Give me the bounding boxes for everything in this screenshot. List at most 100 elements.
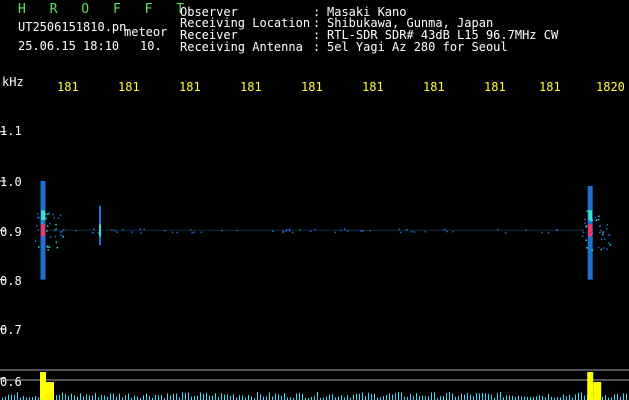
spectrum-bar <box>452 393 453 400</box>
spectrum-bar <box>125 395 126 400</box>
spectrum-bar <box>5 396 6 400</box>
spectrum-bar <box>143 395 144 400</box>
meteor-echo-scatter <box>598 231 601 234</box>
meteor-echo-scatter <box>46 225 49 227</box>
meteor-echo-scatter <box>608 242 610 244</box>
spectrum-bar <box>281 395 282 400</box>
spectrum-bar <box>569 394 570 400</box>
meteor-echo-scatter <box>55 223 57 226</box>
spectrogram-plot <box>0 131 629 400</box>
spectrum-bar <box>329 394 330 400</box>
spectrum-bar <box>212 395 213 400</box>
spectrum-bar <box>251 396 252 400</box>
weak-echo-dot <box>288 228 291 231</box>
spectrum-bar <box>458 395 459 400</box>
spectrum-bar <box>497 393 498 400</box>
weak-echo-dot <box>75 229 77 232</box>
meteor-echo-scatter <box>602 247 605 249</box>
meteor-echo-scatter <box>55 228 57 231</box>
spectrum-bar <box>602 396 603 400</box>
spectrum-bar <box>542 395 543 400</box>
spectrum-bar <box>155 395 156 400</box>
meteor-echo-scatter <box>581 229 584 232</box>
spectrum-bar <box>161 394 162 400</box>
spectrum-bar <box>230 395 231 400</box>
spectrum-bar <box>566 396 567 400</box>
weak-echo-dot <box>286 229 288 231</box>
meteor-echo-scatter <box>605 227 608 230</box>
spectrum-bar <box>341 395 342 400</box>
spectrum-bar <box>449 392 450 400</box>
spectrum-bar <box>134 395 135 400</box>
spectrum-bar <box>197 395 198 400</box>
spectrum-bar <box>95 392 96 400</box>
spectrum-bar <box>326 396 327 400</box>
weak-echo-dot <box>369 229 372 232</box>
spectrum-bar <box>317 392 318 400</box>
spectrum-bar <box>434 392 435 400</box>
spectrum-bar <box>368 392 369 400</box>
spectrum-peak <box>40 372 46 400</box>
spectrum-bar <box>473 396 474 400</box>
meteor-echo-scatter <box>46 246 48 248</box>
weak-echo-dot <box>452 230 454 233</box>
meteor-echo-scatter <box>46 213 49 215</box>
meteor-echo-scatter <box>41 222 43 224</box>
spectrum-bar <box>173 393 174 400</box>
meteor-echo-scatter <box>62 236 64 239</box>
spectrum-bar <box>296 393 297 400</box>
spectrum-bar <box>272 396 273 400</box>
spectrum-bar <box>242 395 243 400</box>
meteor-echo-scatter <box>608 234 610 236</box>
weak-echo-dot <box>62 228 65 231</box>
spectrum-bar <box>518 395 519 400</box>
spectrum-bar <box>389 393 390 400</box>
spectrum-bar <box>170 395 171 400</box>
weak-echo-dot <box>111 229 113 231</box>
spectrum-bar <box>185 393 186 400</box>
spectrum-bar <box>182 392 183 400</box>
spectrum-bar <box>299 392 300 400</box>
spectrum-bar <box>80 393 81 400</box>
spectrum-bar <box>548 393 549 400</box>
spectrum-bar <box>524 396 525 400</box>
spectrum-bar <box>203 393 204 400</box>
spectrum-bar <box>410 393 411 400</box>
spectrum-bar <box>83 396 84 400</box>
meteor-echo-scatter <box>46 230 48 232</box>
weak-echo-dot <box>97 232 99 234</box>
meteor-echo-scatter <box>606 224 609 226</box>
meteor-echo-scatter <box>36 216 39 219</box>
spectrum-bar <box>146 393 147 400</box>
weak-echo-dot <box>176 231 178 234</box>
spectrum-bar <box>110 393 111 400</box>
spectrum-bar <box>62 392 63 400</box>
weak-echo-dot <box>284 230 287 232</box>
spectrum-bar <box>275 393 276 400</box>
weak-echo-dot <box>272 230 274 233</box>
spectrum-bar <box>260 394 261 400</box>
meteor-echo-scatter <box>34 240 37 243</box>
meteor-echo-scatter <box>41 239 43 242</box>
weak-echo-dot <box>424 231 427 233</box>
meteor-echo-scatter <box>595 219 598 221</box>
spectrum-bar <box>482 392 483 400</box>
spectrum-bar <box>371 394 372 400</box>
meteor-echo-scatter <box>53 217 56 219</box>
meteor-echo-scatter <box>54 235 57 238</box>
spectrum-bar <box>578 392 579 400</box>
weak-echo-dot <box>309 230 312 233</box>
spectrum-bar <box>104 395 105 400</box>
meteor-echo-scatter <box>61 230 63 233</box>
spectrum-bar <box>374 393 375 400</box>
spectrum-bar <box>158 395 159 400</box>
spectrum-bar <box>467 393 468 400</box>
weak-echo-dot <box>122 229 124 231</box>
spectrum-bar <box>302 394 303 400</box>
spectrum-bar <box>71 393 72 400</box>
meteor-echo-scatter <box>37 246 40 248</box>
spectrum-bar <box>521 396 522 400</box>
meteor-echo-scatter <box>606 248 609 250</box>
spectrum-bar <box>386 394 387 400</box>
spectrum-bar <box>314 396 315 400</box>
